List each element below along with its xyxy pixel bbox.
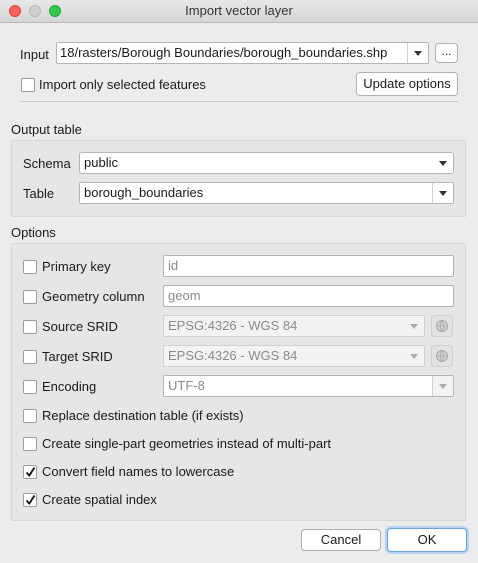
encoding-value: UTF-8 xyxy=(168,378,205,393)
table-combobox[interactable]: borough_boundaries xyxy=(79,182,454,204)
chevron-down-icon xyxy=(404,346,424,366)
target-srid-checkbox[interactable] xyxy=(23,350,37,364)
options-heading: Options xyxy=(11,225,56,240)
divider xyxy=(20,101,458,102)
minimize-window-button[interactable] xyxy=(29,5,41,17)
replace-destination-label: Replace destination table (if exists) xyxy=(42,408,244,423)
window-title: Import vector layer xyxy=(185,3,293,18)
lowercase-fields-label: Convert field names to lowercase xyxy=(42,464,235,479)
chevron-down-icon[interactable] xyxy=(407,43,428,63)
import-only-selected-checkbox[interactable] xyxy=(21,78,35,92)
ok-button[interactable]: OK xyxy=(387,528,467,552)
import-only-selected-label: Import only selected features xyxy=(39,77,206,92)
target-srid-label: Target SRID xyxy=(42,349,113,364)
import-vector-layer-dialog: Import vector layer Input 18/rasters/Bor… xyxy=(0,0,478,563)
input-label: Input xyxy=(20,47,49,62)
checkmark-icon xyxy=(25,495,36,505)
schema-label: Schema xyxy=(23,156,71,171)
geometry-column-value: geom xyxy=(168,288,201,303)
schema-value: public xyxy=(84,155,118,170)
table-label: Table xyxy=(23,186,55,201)
geometry-column-checkbox[interactable] xyxy=(23,290,37,304)
close-window-button[interactable] xyxy=(9,5,21,17)
geometry-column-input[interactable]: geom xyxy=(163,285,454,307)
spatial-index-checkbox[interactable] xyxy=(23,493,37,507)
select-source-crs-button[interactable] xyxy=(431,315,453,337)
single-part-label: Create single-part geometries instead of… xyxy=(42,436,332,451)
chevron-down-icon xyxy=(433,153,453,173)
cancel-button[interactable]: Cancel xyxy=(301,529,381,551)
globe-icon xyxy=(436,350,448,362)
chevron-down-icon xyxy=(404,316,424,336)
spatial-index-label: Create spatial index xyxy=(42,492,157,507)
chevron-down-icon xyxy=(432,376,453,396)
single-part-checkbox[interactable] xyxy=(23,437,37,451)
checkmark-icon xyxy=(25,467,36,477)
input-file-combobox[interactable]: 18/rasters/Borough Boundaries/borough_bo… xyxy=(56,42,429,64)
select-target-crs-button[interactable] xyxy=(431,345,453,367)
update-options-button[interactable]: Update options xyxy=(356,72,458,96)
source-srid-checkbox[interactable] xyxy=(23,320,37,334)
schema-combobox[interactable]: public xyxy=(79,152,454,174)
encoding-checkbox[interactable] xyxy=(23,380,37,394)
maximize-window-button[interactable] xyxy=(49,5,61,17)
geometry-column-label: Geometry column xyxy=(42,289,145,304)
browse-button[interactable]: ... xyxy=(435,43,458,63)
globe-icon xyxy=(436,320,448,332)
primary-key-checkbox[interactable] xyxy=(23,260,37,274)
target-srid-combobox[interactable]: EPSG:4326 - WGS 84 xyxy=(163,345,425,367)
chevron-down-icon[interactable] xyxy=(432,183,453,203)
lowercase-fields-checkbox[interactable] xyxy=(23,465,37,479)
target-srid-value: EPSG:4326 - WGS 84 xyxy=(168,348,298,363)
source-srid-label: Source SRID xyxy=(42,319,118,334)
replace-destination-checkbox[interactable] xyxy=(23,409,37,423)
title-bar: Import vector layer xyxy=(0,0,478,23)
encoding-combobox[interactable]: UTF-8 xyxy=(163,375,454,397)
source-srid-combobox[interactable]: EPSG:4326 - WGS 84 xyxy=(163,315,425,337)
output-table-heading: Output table xyxy=(11,122,82,137)
input-file-value: 18/rasters/Borough Boundaries/borough_bo… xyxy=(60,45,388,60)
primary-key-value: id xyxy=(168,258,179,273)
primary-key-label: Primary key xyxy=(42,259,111,274)
table-value: borough_boundaries xyxy=(84,185,204,200)
source-srid-value: EPSG:4326 - WGS 84 xyxy=(168,318,298,333)
encoding-label: Encoding xyxy=(42,379,97,394)
primary-key-input[interactable]: id xyxy=(163,255,454,277)
